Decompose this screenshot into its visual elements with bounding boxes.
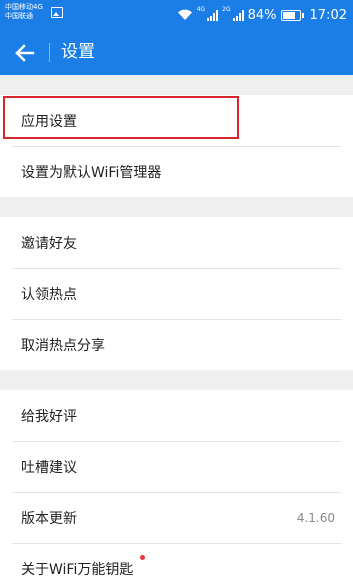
section-gap bbox=[0, 75, 353, 95]
about-item[interactable]: 关于WiFi万能钥匙 bbox=[0, 543, 353, 579]
back-button[interactable] bbox=[10, 38, 40, 68]
new-badge-dot bbox=[140, 555, 145, 560]
default-wifi-manager-item[interactable]: 设置为默认WiFi管理器 bbox=[0, 146, 353, 197]
arrow-left-icon bbox=[15, 44, 35, 62]
settings-group-2: 邀请好友 认领热点 取消热点分享 bbox=[0, 217, 353, 370]
status-indicators: 4G 2G 84% 17:02 bbox=[177, 0, 347, 30]
app-settings-item[interactable]: 应用设置 bbox=[0, 95, 353, 146]
rate-us-item[interactable]: 给我好评 bbox=[0, 390, 353, 441]
page-title: 设置 bbox=[61, 42, 95, 62]
item-label: 邀请好友 bbox=[21, 235, 77, 252]
item-label: 应用设置 bbox=[21, 113, 77, 130]
status-bar: 中国移动4G 中国联通 4G 2G 84% 17:02 bbox=[0, 0, 353, 30]
cancel-hotspot-sharing-item[interactable]: 取消热点分享 bbox=[0, 319, 353, 370]
feedback-item[interactable]: 吐槽建议 bbox=[0, 441, 353, 492]
item-label: 认领热点 bbox=[21, 286, 77, 303]
carrier-info: 中国移动4G 中国联通 bbox=[5, 3, 43, 21]
battery-icon bbox=[280, 9, 304, 21]
signal-1-icon bbox=[207, 9, 219, 21]
item-label: 关于WiFi万能钥匙 bbox=[21, 561, 134, 578]
image-notification-icon bbox=[51, 7, 63, 18]
wifi-icon bbox=[177, 9, 192, 20]
item-label: 设置为默认WiFi管理器 bbox=[21, 164, 162, 181]
screen: 中国移动4G 中国联通 4G 2G 84% 17:02 设置 应用设置 设置为默… bbox=[0, 0, 353, 579]
version-update-item[interactable]: 版本更新 4.1.60 bbox=[0, 492, 353, 543]
version-number: 4.1.60 bbox=[296, 510, 335, 525]
section-gap bbox=[0, 197, 353, 217]
claim-hotspot-item[interactable]: 认领热点 bbox=[0, 268, 353, 319]
battery-percent: 84% bbox=[247, 7, 277, 23]
section-gap bbox=[0, 370, 353, 390]
item-label: 版本更新 bbox=[21, 510, 77, 527]
network-label-1: 4G bbox=[196, 6, 206, 13]
settings-list: 应用设置 设置为默认WiFi管理器 邀请好友 认领热点 取消热点分享 给我好评 bbox=[0, 75, 353, 579]
carrier-2: 中国联通 bbox=[5, 12, 33, 20]
item-label: 给我好评 bbox=[21, 408, 77, 425]
signal-2-icon bbox=[232, 9, 244, 21]
invite-friends-item[interactable]: 邀请好友 bbox=[0, 217, 353, 268]
app-bar: 设置 bbox=[0, 30, 353, 75]
carrier-1: 中国移动4G bbox=[5, 3, 43, 11]
settings-group-1: 应用设置 设置为默认WiFi管理器 bbox=[0, 95, 353, 197]
item-label: 取消热点分享 bbox=[21, 337, 105, 354]
settings-group-3: 给我好评 吐槽建议 版本更新 4.1.60 关于WiFi万能钥匙 bbox=[0, 390, 353, 579]
item-label: 吐槽建议 bbox=[21, 459, 77, 476]
clock: 17:02 bbox=[309, 7, 347, 23]
network-label-2: 2G bbox=[222, 6, 231, 13]
title-divider bbox=[49, 43, 50, 62]
